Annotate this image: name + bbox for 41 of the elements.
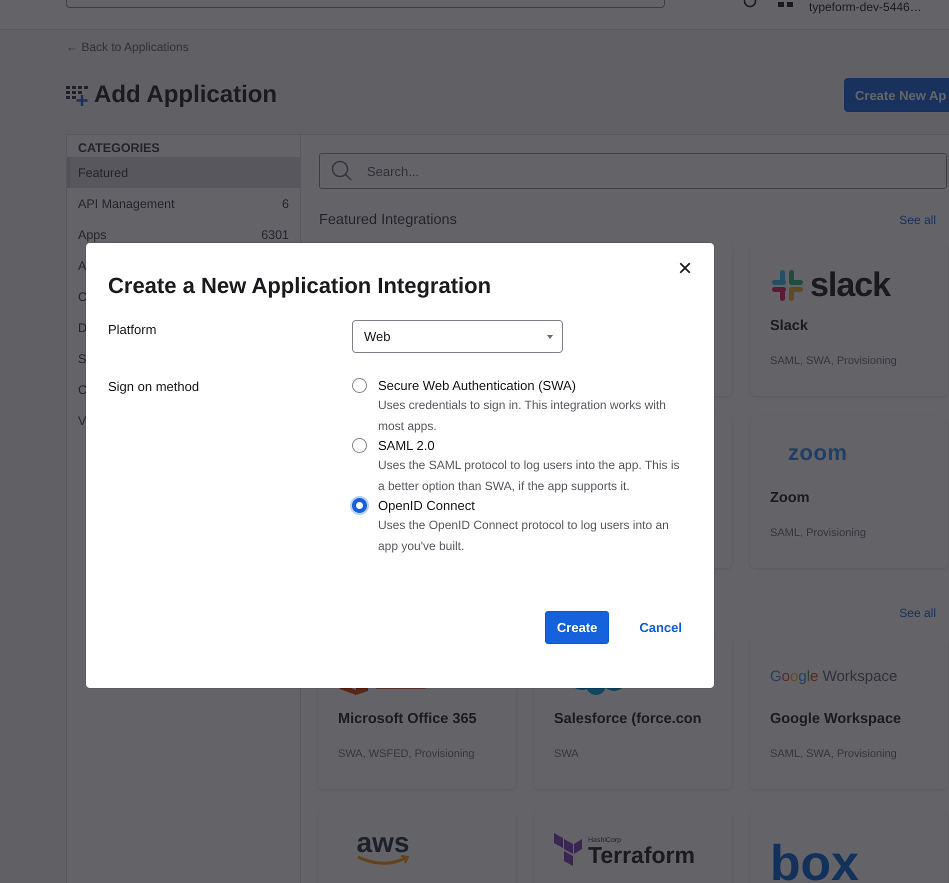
integration-card[interactable]: box: [750, 809, 948, 883]
dialog-title: Create a New Application Integration: [108, 273, 492, 299]
see-all-link[interactable]: See all: [899, 606, 936, 620]
add-grid-icon: [66, 84, 88, 106]
create-button[interactable]: Create: [544, 611, 610, 644]
create-new-app-button[interactable]: Create New Ap: [844, 78, 949, 112]
option-description: Uses the OpenID Connect protocol to log users into an app you've built.: [378, 517, 670, 555]
section-title: Featured Integrations: [319, 212, 457, 228]
see-all-link[interactable]: See all: [899, 213, 936, 227]
field-label: Platform: [108, 321, 158, 339]
logo-wordmark: slack: [810, 268, 890, 302]
app-name: Microsoft Office 365: [338, 711, 478, 727]
page-title: Add Application: [94, 81, 278, 109]
radio-button[interactable]: [352, 498, 367, 513]
option-description: Uses the SAML protocol to log users into the app. This is a better option than SWA, if the app supports it.: [378, 457, 680, 495]
app-name: Google Workspace: [770, 711, 902, 727]
search-field[interactable]: [66, 0, 665, 8]
option-label[interactable]: OpenID Connect: [378, 497, 692, 515]
logo-icon: [554, 833, 582, 867]
logo-wordmark: box: [770, 843, 859, 883]
app-name: Zoom: [770, 490, 810, 506]
radio-button[interactable]: [352, 438, 367, 453]
category-item[interactable]: API Management 6: [67, 188, 300, 219]
app-name: Slack: [770, 318, 809, 334]
categories-heading: CATEGORIES: [77, 140, 161, 157]
logo-wordmark: aws: [356, 830, 410, 855]
platform-select[interactable]: Web: [352, 320, 563, 353]
option-description: Uses credentials to sign in. This integration works with most apps.: [378, 397, 667, 435]
account-name[interactable]: typeform-dev-5446…: [809, 0, 922, 14]
option-label[interactable]: SAML 2.0: [378, 437, 692, 455]
option-label[interactable]: Secure Web Authentication (SWA): [378, 377, 692, 395]
app-name: Salesforce (force.con: [554, 711, 702, 727]
smile-arrow-icon: [356, 855, 410, 867]
field-label: Sign on method: [108, 378, 200, 396]
logo-wordmark: zoom: [788, 440, 848, 466]
integration-card[interactable]: aws: [318, 809, 516, 883]
close-button[interactable]: ×: [672, 257, 698, 281]
search-icon: [331, 160, 353, 182]
radio-button[interactable]: [352, 378, 367, 393]
logo-icon: [770, 268, 804, 302]
cancel-link[interactable]: Cancel: [629, 620, 692, 635]
